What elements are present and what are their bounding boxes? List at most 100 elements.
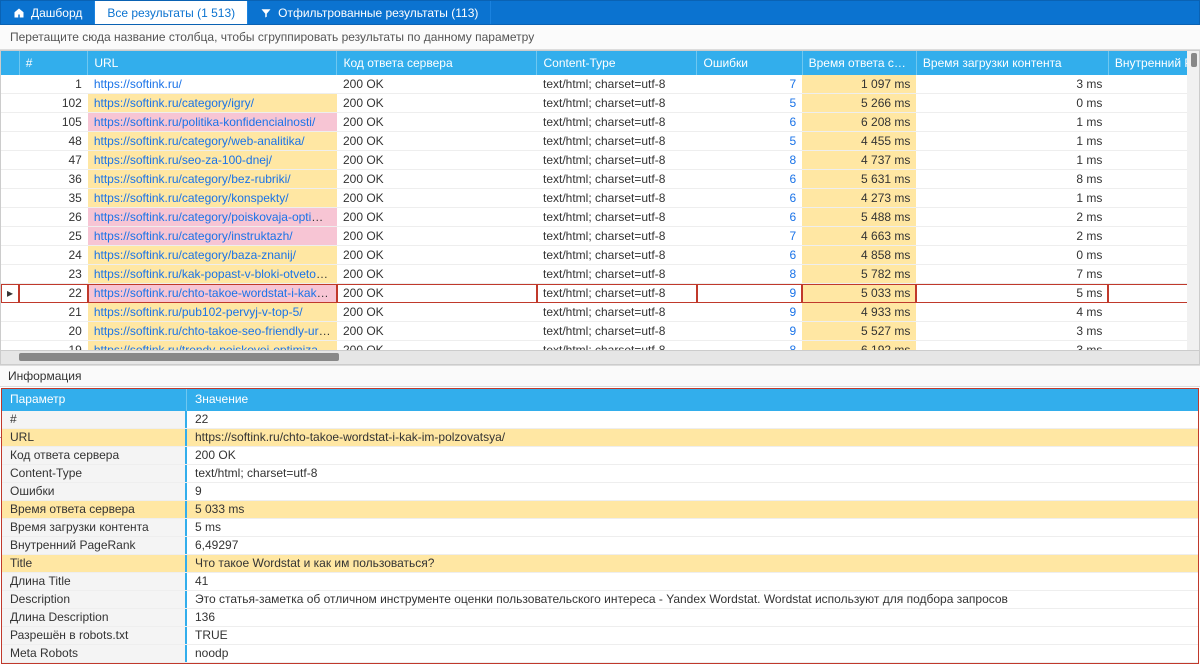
cell-url[interactable]: https://softink.ru/category/konspekty/ (88, 189, 337, 208)
detail-row[interactable]: Разрешён в robots.txtTRUE (2, 627, 1198, 645)
cell-url[interactable]: https://softink.ru/politika-konfidencial… (88, 113, 337, 132)
col-content-type[interactable]: Content-Type (537, 51, 697, 75)
cell-errors[interactable]: 7 (697, 227, 802, 246)
table-row[interactable]: 36https://softink.ru/category/bez-rubrik… (1, 170, 1199, 189)
detail-value: 22 (187, 411, 1198, 428)
table-row[interactable]: 19https://softink.ru/trendy-poiskovoj-op… (1, 341, 1199, 350)
cell-load-time: 1 ms (916, 189, 1108, 208)
cell-url[interactable]: https://softink.ru/trendy-poiskovoj-opti… (88, 341, 337, 350)
cell-content-type: text/html; charset=utf-8 (537, 322, 697, 341)
cell-url[interactable]: https://softink.ru/category/poiskovaja-o… (88, 208, 337, 227)
table-row[interactable]: 1https://softink.ru/200 OKtext/html; cha… (1, 75, 1199, 94)
row-indicator (1, 227, 19, 246)
cell-url[interactable]: https://softink.ru/category/igry/ (88, 94, 337, 113)
col-response-time[interactable]: Время ответа се… (802, 51, 916, 75)
col-index[interactable]: # (19, 51, 88, 75)
table-row[interactable]: 102https://softink.ru/category/igry/200 … (1, 94, 1199, 113)
cell-errors[interactable]: 6 (697, 189, 802, 208)
cell-index: 19 (19, 341, 88, 350)
cell-url[interactable]: https://softink.ru/chto-takoe-seo-friend… (88, 322, 337, 341)
col-pagerank[interactable]: Внутренний PageRank▼ (1108, 51, 1199, 75)
cell-index: 20 (19, 322, 88, 341)
col-status[interactable]: Код ответа сервера (337, 51, 537, 75)
detail-header: Параметр Значение (2, 389, 1198, 411)
cell-errors[interactable]: 6 (697, 208, 802, 227)
col-load-time[interactable]: Время загрузки контента (916, 51, 1108, 75)
table-row[interactable]: 48https://softink.ru/category/web-analit… (1, 132, 1199, 151)
table-row[interactable]: ▸22https://softink.ru/chto-takoe-wordsta… (1, 284, 1199, 303)
cell-url[interactable]: https://softink.ru/category/bez-rubriki/ (88, 170, 337, 189)
cell-load-time: 1 ms (916, 113, 1108, 132)
table-row[interactable]: 26https://softink.ru/category/poiskovaja… (1, 208, 1199, 227)
detail-row[interactable]: Длина Description136 (2, 609, 1198, 627)
detail-col-param[interactable]: Параметр (2, 389, 187, 411)
table-row[interactable]: 23https://softink.ru/kak-popast-v-bloki-… (1, 265, 1199, 284)
cell-url[interactable]: https://softink.ru/category/baza-znanij/ (88, 246, 337, 265)
table-row[interactable]: 105https://softink.ru/politika-konfidenc… (1, 113, 1199, 132)
detail-row[interactable]: Ошибки9 (2, 483, 1198, 501)
cell-errors[interactable]: 8 (697, 265, 802, 284)
cell-errors[interactable]: 9 (697, 284, 802, 303)
detail-param: Ошибки (2, 483, 187, 500)
detail-row[interactable]: DescriptionЭто статья-заметка об отлично… (2, 591, 1198, 609)
cell-status: 200 OK (337, 94, 537, 113)
cell-errors[interactable]: 6 (697, 170, 802, 189)
detail-row[interactable]: Внутренний PageRank6,49297 (2, 537, 1198, 555)
cell-url[interactable]: https://softink.ru/category/instruktazh/ (88, 227, 337, 246)
detail-row[interactable]: ▸URLhttps://softink.ru/chto-takoe-wordst… (2, 429, 1198, 447)
table-row[interactable]: 24https://softink.ru/category/baza-znani… (1, 246, 1199, 265)
cell-errors[interactable]: 6 (697, 113, 802, 132)
row-indicator (1, 265, 19, 284)
detail-row[interactable]: Meta Robotsnoodp (2, 645, 1198, 663)
tab-filtered[interactable]: Отфильтрованные результаты (113) (248, 1, 491, 24)
detail-row[interactable]: Длина Title41 (2, 573, 1198, 591)
cell-errors[interactable]: 8 (697, 151, 802, 170)
cell-url[interactable]: https://softink.ru/chto-takoe-wordstat-i… (88, 284, 337, 303)
vscroll-thumb[interactable] (1191, 53, 1197, 67)
cell-url[interactable]: https://softink.ru/ (88, 75, 337, 94)
tab-all-results[interactable]: Все результаты (1 513) (95, 1, 248, 24)
cell-errors[interactable]: 7 (697, 75, 802, 94)
table-row[interactable]: 20https://softink.ru/chto-takoe-seo-frie… (1, 322, 1199, 341)
cell-pagerank: 6,49297 (1108, 265, 1199, 284)
horizontal-scrollbar[interactable] (1, 350, 1199, 364)
detail-row[interactable]: Content-Typetext/html; charset=utf-8 (2, 465, 1198, 483)
col-url[interactable]: URL (88, 51, 337, 75)
hscroll-thumb[interactable] (19, 353, 339, 361)
table-row[interactable]: 25https://softink.ru/category/instruktaz… (1, 227, 1199, 246)
cell-url[interactable]: https://softink.ru/seo-za-100-dnej/ (88, 151, 337, 170)
table-row[interactable]: 47https://softink.ru/seo-za-100-dnej/200… (1, 151, 1199, 170)
table-row[interactable]: 21https://softink.ru/pub102-pervyj-v-top… (1, 303, 1199, 322)
detail-param: Длина Title (2, 573, 187, 590)
cell-response-time: 5 488 ms (802, 208, 916, 227)
detail-row[interactable]: Время загрузки контента5 ms (2, 519, 1198, 537)
detail-value: noodp (187, 645, 1198, 662)
vertical-scrollbar[interactable] (1187, 51, 1199, 350)
tab-dashboard[interactable]: Дашборд (1, 1, 95, 24)
cell-response-time: 6 192 ms (802, 341, 916, 350)
cell-errors[interactable]: 9 (697, 322, 802, 341)
cell-response-time: 5 527 ms (802, 322, 916, 341)
detail-row[interactable]: Код ответа сервера200 OK (2, 447, 1198, 465)
cell-load-time: 2 ms (916, 208, 1108, 227)
table-row[interactable]: 35https://softink.ru/category/konspekty/… (1, 189, 1199, 208)
cell-index: 36 (19, 170, 88, 189)
cell-errors[interactable]: 9 (697, 303, 802, 322)
group-by-hint[interactable]: Перетащите сюда название столбца, чтобы … (0, 25, 1200, 50)
col-errors[interactable]: Ошибки (697, 51, 802, 75)
cell-errors[interactable]: 5 (697, 94, 802, 113)
cell-url[interactable]: https://softink.ru/pub102-pervyj-v-top-5… (88, 303, 337, 322)
cell-errors[interactable]: 5 (697, 132, 802, 151)
cell-load-time: 3 ms (916, 322, 1108, 341)
cell-errors[interactable]: 6 (697, 246, 802, 265)
detail-row[interactable]: #22 (2, 411, 1198, 429)
detail-col-value[interactable]: Значение (187, 389, 256, 411)
cell-errors[interactable]: 8 (697, 341, 802, 350)
cell-url[interactable]: https://softink.ru/kak-popast-v-bloki-ot… (88, 265, 337, 284)
cell-url[interactable]: https://softink.ru/category/web-analitik… (88, 132, 337, 151)
detail-row[interactable]: Время ответа сервера5 033 ms (2, 501, 1198, 519)
detail-row[interactable]: TitleЧто такое Wordstat и как им пользов… (2, 555, 1198, 573)
cell-load-time: 3 ms (916, 341, 1108, 350)
detail-value: 5 033 ms (187, 501, 1198, 518)
cell-response-time: 4 858 ms (802, 246, 916, 265)
